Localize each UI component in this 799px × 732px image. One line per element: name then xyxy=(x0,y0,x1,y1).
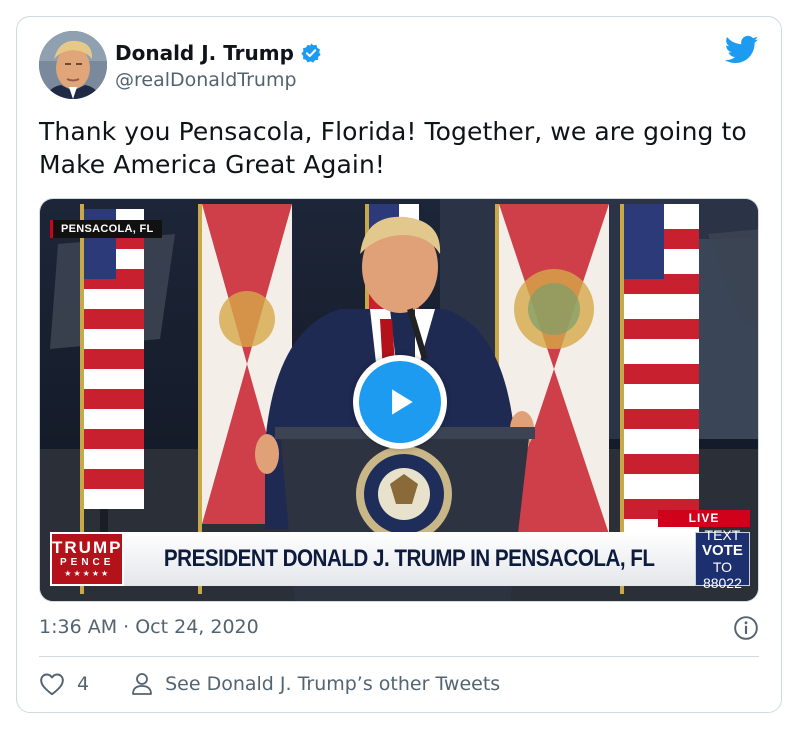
see-other-tweets-link[interactable]: See Donald J. Trump’s other Tweets xyxy=(131,672,500,696)
verified-badge-icon xyxy=(301,43,321,63)
video-player[interactable]: PENSACOLA, FL LIVE TRUMP PENCE ★★★★★ PRE… xyxy=(39,198,759,602)
play-icon xyxy=(392,389,413,415)
like-button[interactable]: 4 xyxy=(39,672,89,696)
lower-third-banner: TRUMP PENCE ★★★★★ PRESIDENT DONALD J. TR… xyxy=(50,527,750,591)
heart-icon xyxy=(40,673,64,696)
tweet-text: Thank you Pensacola, Florida! Together, … xyxy=(39,117,747,179)
see-other-tweets-label: See Donald J. Trump’s other Tweets xyxy=(165,673,501,695)
location-tag: PENSACOLA, FL xyxy=(50,220,162,238)
display-name[interactable]: Donald J. Trump xyxy=(115,41,294,65)
twitter-bird-icon[interactable] xyxy=(725,35,759,65)
play-button[interactable] xyxy=(353,355,447,449)
avatar[interactable] xyxy=(39,31,107,99)
live-badge: LIVE xyxy=(658,510,750,527)
person-icon xyxy=(132,673,152,695)
handle[interactable]: @realDonaldTrump xyxy=(115,69,297,91)
tweet-timestamp[interactable]: 1:36 AM · Oct 24, 2020 xyxy=(39,616,259,638)
like-count: 4 xyxy=(77,673,90,695)
info-icon[interactable] xyxy=(733,615,759,641)
divider xyxy=(39,656,759,657)
tweet-actions: 4 See Donald J. Trump’s other Tweets xyxy=(39,672,500,696)
text-vote-box: TEXT VOTE TO 88022 xyxy=(694,527,750,591)
banner-headline: PRESIDENT DONALD J. TRUMP IN PENSACOLA, … xyxy=(164,545,655,572)
campaign-logo: TRUMP PENCE ★★★★★ xyxy=(50,532,125,586)
author-name-row[interactable]: Donald J. Trump xyxy=(115,41,322,65)
tweet-card: Donald J. Trump @realDonaldTrump Thank y… xyxy=(16,16,782,713)
